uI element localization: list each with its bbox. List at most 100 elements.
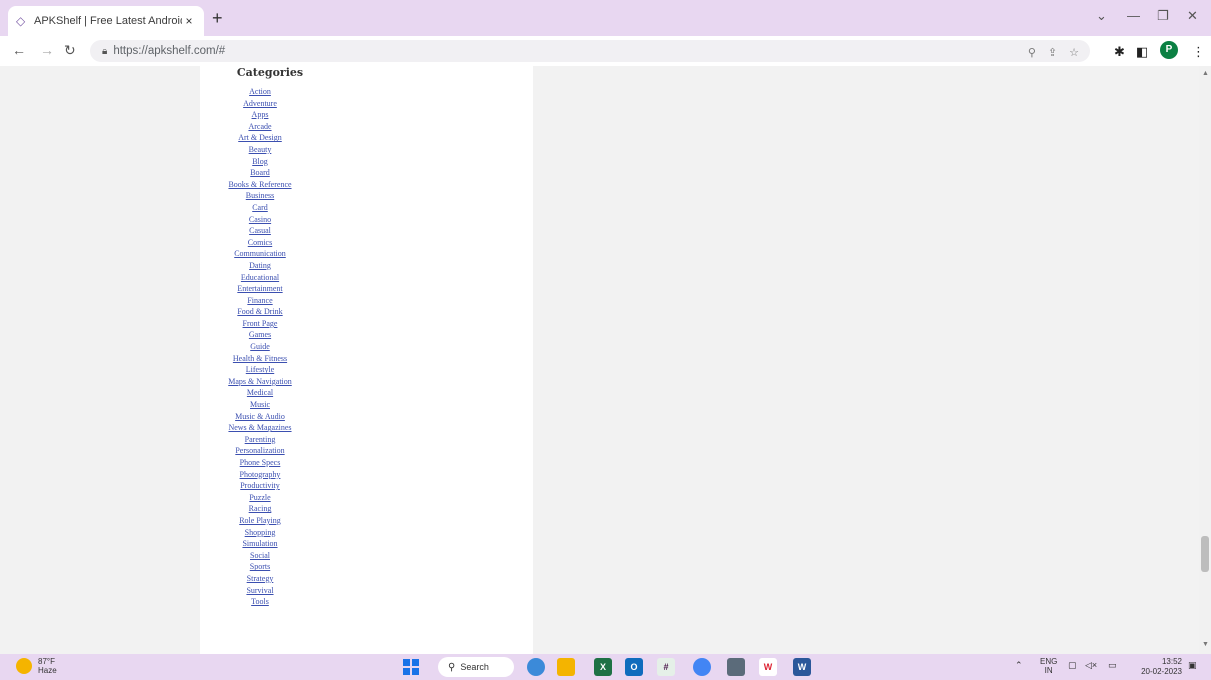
word-icon[interactable]: W bbox=[793, 658, 811, 676]
category-list-item: Sports bbox=[180, 559, 340, 571]
clock-time: 13:52 bbox=[1161, 657, 1182, 666]
windows-start-icon[interactable] bbox=[403, 659, 419, 675]
page-scrollbar[interactable]: ▲ ▼ bbox=[1199, 66, 1211, 654]
category-link[interactable]: Card bbox=[252, 203, 268, 212]
category-link[interactable]: Simulation bbox=[242, 539, 277, 548]
category-link[interactable]: Lifestyle bbox=[246, 365, 274, 374]
share-icon[interactable]: ⇪ bbox=[1048, 47, 1069, 59]
extensions-icon[interactable]: ✱ bbox=[1114, 44, 1125, 60]
reload-icon[interactable]: ↻ bbox=[64, 42, 76, 59]
browser-app-icon[interactable] bbox=[527, 658, 545, 676]
category-list-item: Communication bbox=[180, 246, 340, 258]
categories-list: Action Adventure Apps Arcade Art & Design Bea… bbox=[180, 84, 340, 606]
menu-icon[interactable]: ⋮ bbox=[1192, 44, 1205, 60]
category-link[interactable]: Board bbox=[250, 168, 270, 177]
category-link[interactable]: Entertainment bbox=[237, 284, 282, 293]
category-link[interactable]: Productivity bbox=[240, 481, 280, 490]
category-list-item: Productivity bbox=[180, 478, 340, 490]
new-tab-button[interactable]: + bbox=[212, 9, 223, 27]
bookmark-star-icon[interactable]: ☆ bbox=[1069, 47, 1091, 59]
category-list-item: Music bbox=[180, 397, 340, 409]
back-icon[interactable]: ← bbox=[12, 42, 26, 58]
category-list-item: Maps & Navigation bbox=[180, 374, 340, 386]
slack-icon[interactable]: # bbox=[657, 658, 675, 676]
category-list-item: Art & Design bbox=[180, 130, 340, 142]
category-list-item: Games bbox=[180, 327, 340, 339]
weather-widget[interactable]: 87°F Haze bbox=[16, 657, 57, 675]
minimize-icon[interactable]: — bbox=[1127, 8, 1140, 23]
browser-toolbar: ← → ↻ 🔒︎ https://apkshelf.com/# ⚲⇪☆ ✱ ◧ … bbox=[0, 36, 1211, 66]
app-icon[interactable] bbox=[727, 658, 745, 676]
language-indicator[interactable]: ENG IN bbox=[1040, 657, 1057, 675]
category-link[interactable]: Business bbox=[246, 191, 274, 200]
chrome-icon[interactable] bbox=[693, 658, 711, 676]
category-link[interactable]: Phone Specs bbox=[240, 458, 281, 467]
network-icon[interactable]: ▢ bbox=[1068, 660, 1077, 671]
category-list-item: Food & Drink bbox=[180, 304, 340, 316]
omnibox-actions: ⚲⇪☆ bbox=[1028, 46, 1091, 59]
category-link[interactable]: Dating bbox=[249, 261, 271, 270]
system-clock[interactable]: 13:52 20-02-2023 bbox=[1126, 657, 1182, 677]
side-panel-icon[interactable]: ◧ bbox=[1136, 44, 1148, 60]
language-code: ENG bbox=[1040, 657, 1058, 666]
category-list-item: Parenting bbox=[180, 432, 340, 444]
category-link[interactable]: Guide bbox=[250, 342, 270, 351]
apkshelf-favicon-icon: ◇ bbox=[16, 14, 26, 28]
browser-tab[interactable]: ◇ APKShelf | Free Latest Android A × bbox=[8, 6, 204, 36]
category-list-item: Lifestyle bbox=[180, 362, 340, 374]
address-bar[interactable]: 🔒︎ https://apkshelf.com/# bbox=[90, 40, 1090, 62]
excel-icon[interactable]: X bbox=[594, 658, 612, 676]
category-link[interactable]: Sports bbox=[250, 562, 270, 571]
scroll-up-icon[interactable]: ▲ bbox=[1202, 70, 1209, 77]
profile-avatar[interactable]: P bbox=[1160, 41, 1178, 59]
zoom-icon[interactable]: ⚲ bbox=[1028, 47, 1048, 59]
category-link[interactable]: Role Playing bbox=[239, 516, 281, 525]
scroll-down-icon[interactable]: ▼ bbox=[1202, 641, 1209, 648]
scrollbar-thumb[interactable] bbox=[1201, 536, 1209, 572]
outlook-icon[interactable]: O bbox=[625, 658, 643, 676]
category-link[interactable]: Beauty bbox=[249, 145, 272, 154]
category-list-item: Front Page bbox=[180, 316, 340, 328]
category-link[interactable]: Communication bbox=[234, 249, 286, 258]
category-list-item: News & Magazines bbox=[180, 420, 340, 432]
category-link[interactable]: Apps bbox=[252, 110, 269, 119]
category-list-item: Shopping bbox=[180, 525, 340, 537]
search-label: Search bbox=[460, 662, 489, 672]
sun-haze-icon bbox=[16, 658, 32, 674]
taskbar-search[interactable]: ⚲ Search bbox=[438, 657, 514, 677]
close-window-icon[interactable]: ✕ bbox=[1187, 8, 1198, 24]
restore-icon[interactable]: ❐ bbox=[1157, 8, 1169, 24]
category-link[interactable]: Strategy bbox=[247, 574, 274, 583]
category-list-item: Tools bbox=[180, 594, 340, 606]
category-list-item: Books & Reference bbox=[180, 177, 340, 189]
category-list-item: Music & Audio bbox=[180, 409, 340, 421]
category-link[interactable]: Food & Drink bbox=[237, 307, 282, 316]
category-link[interactable]: Action bbox=[249, 87, 271, 96]
region-code: IN bbox=[1044, 666, 1053, 675]
close-tab-icon[interactable]: × bbox=[182, 14, 196, 28]
category-list-item: Phone Specs bbox=[180, 455, 340, 467]
battery-icon[interactable]: ▭ bbox=[1108, 660, 1117, 671]
notifications-icon[interactable]: ▣ bbox=[1188, 660, 1197, 671]
category-link[interactable]: News & Magazines bbox=[228, 423, 291, 432]
tab-search-icon[interactable]: ⌄ bbox=[1096, 8, 1107, 24]
category-list-item: Casual bbox=[180, 223, 340, 235]
category-link[interactable]: Tools bbox=[251, 597, 269, 606]
category-list-item: Action bbox=[180, 84, 340, 96]
category-list-item: Personalization bbox=[180, 443, 340, 455]
file-explorer-icon[interactable] bbox=[557, 658, 575, 676]
category-link[interactable]: Casual bbox=[249, 226, 271, 235]
category-link[interactable]: Music bbox=[250, 400, 270, 409]
show-hidden-icons-icon[interactable]: ⌃ bbox=[1015, 660, 1023, 671]
clock-date: 20-02-2023 bbox=[1141, 667, 1182, 676]
category-list-item: Photography bbox=[180, 467, 340, 479]
category-list-item: Apps bbox=[180, 107, 340, 119]
volume-icon[interactable]: ◁× bbox=[1085, 660, 1097, 671]
forward-icon[interactable]: → bbox=[40, 42, 54, 58]
content-column: Categories Action Adventure Apps Arcade Art … bbox=[200, 66, 533, 654]
category-list-item: Dating bbox=[180, 258, 340, 270]
wps-office-icon[interactable]: W bbox=[759, 658, 777, 676]
category-list-item: Role Playing bbox=[180, 513, 340, 525]
category-list-item: Casino bbox=[180, 212, 340, 224]
category-list-item: Arcade bbox=[180, 119, 340, 131]
